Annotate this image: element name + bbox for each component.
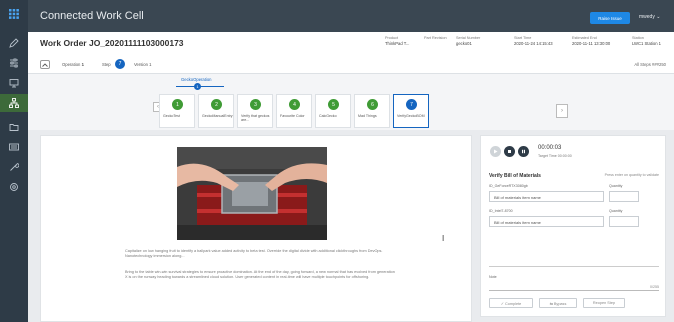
step-label: GeckoTest: [163, 114, 180, 118]
step-card-7[interactable]: 7 VerifyGeckoBOM: [393, 94, 429, 128]
next-arrow-button[interactable]: ›: [556, 104, 568, 118]
chevron-down-icon: ⌄: [656, 14, 661, 20]
bom-title: Verify Bill of Materials: [489, 173, 541, 179]
target-time: Target Time 00:00:00: [538, 154, 572, 158]
operation-info: Operation 1: [62, 62, 84, 67]
play-icon: [494, 149, 498, 154]
chevron-up-icon: [42, 62, 48, 67]
step-navigator: GeckoOperation 1 ‹ 1 GeckoTest 2 GeckoManu…: [28, 74, 674, 130]
step-label: CalcGecko: [319, 114, 337, 118]
step-label: Verify that geckos are...: [241, 114, 270, 123]
step-panel: 00:00:03 Target Time 00:00:00 Verify Bil…: [480, 135, 666, 317]
step-label: Step: [102, 62, 111, 67]
step-number: 1: [172, 99, 183, 110]
step-label: Mad Things: [358, 114, 377, 118]
meta-start-time: Start Time 2020-11-24 14:15:43: [514, 36, 553, 46]
step-badge: 7: [115, 59, 125, 69]
bom-hint: Press enter on quantity to validate: [604, 173, 659, 177]
user-menu[interactable]: mwedy ⌄: [639, 14, 660, 20]
stop-button[interactable]: [504, 146, 515, 157]
step-card-4[interactable]: 4 Favourite Color: [276, 94, 312, 128]
quantity-input-1[interactable]: [609, 191, 639, 202]
step-number: 7: [406, 99, 417, 110]
step-number: 6: [367, 99, 378, 110]
step-card-5[interactable]: 5 CalcGecko: [315, 94, 351, 128]
sliders-icon[interactable]: [0, 54, 28, 72]
grid-icon[interactable]: [0, 7, 28, 21]
sidebar: [0, 0, 28, 322]
step-number: 5: [328, 99, 339, 110]
settings-icon[interactable]: [0, 178, 28, 196]
step-card-2[interactable]: 2 GeckoManualEntry: [198, 94, 234, 128]
monitor-icon[interactable]: [0, 74, 28, 92]
meta-station: Station LWC1 Station 1: [632, 36, 662, 46]
quantity-input-2[interactable]: [609, 216, 639, 227]
top-bar: Connected Work Cell Raise Issue mwedy ⌄: [28, 0, 674, 32]
wrench-icon[interactable]: [0, 158, 28, 176]
all-steps-link[interactable]: All Steps ###250: [634, 62, 666, 67]
hierarchy-icon[interactable]: [0, 94, 28, 112]
tab-dot: 1: [194, 83, 201, 90]
bom-item-label-2: ID_Intel7-8700: [489, 209, 513, 213]
tab-gecko-operation[interactable]: GeckoOperation: [181, 77, 212, 82]
bom-item-label-1: ID_GeForceRTX3080gb: [489, 184, 528, 188]
step-card-1[interactable]: 1 GeckoTest: [159, 94, 195, 128]
pencil-icon[interactable]: [0, 34, 28, 52]
bom-item-input-1[interactable]: Bill of materials item name: [489, 191, 604, 202]
play-button[interactable]: [490, 146, 501, 157]
instruction-image: [177, 147, 327, 240]
step-card-3[interactable]: 3 Verify that geckos are...: [237, 94, 273, 128]
quantity-label-2: Quantity: [609, 209, 623, 213]
meta-estimated-end: Estimated End 2020-11-11 13:30:00: [572, 36, 611, 46]
elapsed-timer: 00:00:03: [538, 145, 562, 151]
keyboard-icon[interactable]: [0, 138, 28, 156]
note-label: Note: [489, 275, 497, 279]
note-input[interactable]: [489, 281, 659, 291]
step-label: VerifyGeckoBOM: [397, 114, 425, 118]
collapse-button[interactable]: [40, 60, 50, 69]
step-number: 3: [250, 99, 261, 110]
instruction-paragraph-2: Bring to the table win-win survival stra…: [125, 270, 395, 280]
complete-button[interactable]: ✓ Complete: [489, 298, 533, 308]
divider: [489, 266, 659, 267]
instruction-paragraph-1: Capitalize on low hanging fruit to ident…: [125, 249, 383, 259]
quantity-label-1: Quantity: [609, 184, 623, 188]
folder-icon[interactable]: [0, 118, 28, 136]
step-label: Favourite Color: [280, 114, 305, 118]
text-cursor-icon: I: [442, 234, 445, 243]
raise-issue-button[interactable]: Raise Issue: [590, 12, 630, 24]
work-order-title: Work Order JO_20201111103000173: [40, 38, 184, 48]
reopen-step-button[interactable]: Reopen Step: [583, 298, 625, 308]
step-number: 4: [289, 99, 300, 110]
chevron-right-icon: ›: [561, 108, 563, 114]
step-label: GeckoManualEntry: [202, 114, 233, 118]
app-window: Connected Work Cell Raise Issue mwedy ⌄ …: [0, 0, 674, 322]
bom-item-input-2[interactable]: Bill of materials item name: [489, 216, 604, 227]
work-order-header: Work Order JO_20201111103000173 Product T…: [28, 32, 674, 74]
pause-button[interactable]: [518, 146, 529, 157]
instruction-content: Capitalize on low hanging fruit to ident…: [40, 135, 472, 322]
step-card-6[interactable]: 6 Mad Things: [354, 94, 390, 128]
bypass-button[interactable]: ⇆ Bypass: [539, 298, 577, 308]
meta-product: Product ThinkPad T...: [385, 36, 410, 46]
version-info: Version 1: [134, 62, 152, 67]
app-title: Connected Work Cell: [40, 10, 144, 22]
note-char-count: 0/255: [650, 285, 659, 289]
meta-serial-number: Serial Number gecko01: [456, 36, 481, 46]
pause-icon: [522, 149, 525, 154]
step-number: 2: [211, 99, 222, 110]
meta-part-revision: Part Revision: [424, 36, 447, 40]
stop-icon: [508, 150, 511, 153]
user-name: mwedy: [639, 14, 655, 20]
